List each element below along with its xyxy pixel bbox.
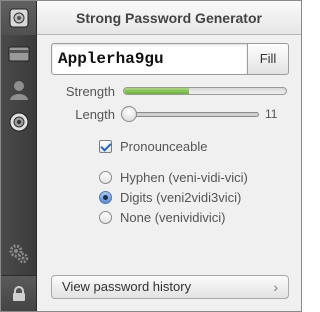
- generator-panel: Strong Password Generator Applerha9gu Fi…: [37, 1, 301, 311]
- none-radio[interactable]: [99, 210, 112, 224]
- sidebar-item-wallet[interactable]: [1, 37, 36, 71]
- vault-dial-icon: [9, 112, 28, 132]
- lock-icon: [12, 285, 25, 301]
- pronounceable-label: Pronounceable: [120, 138, 208, 154]
- fill-button[interactable]: Fill: [247, 43, 289, 75]
- sidebar-item-settings[interactable]: [1, 237, 36, 271]
- length-value: 11: [265, 107, 278, 121]
- chevron-right-icon: ›: [273, 279, 278, 295]
- pronounceable-checkbox[interactable]: [99, 139, 112, 153]
- view-history-button[interactable]: View password history ›: [51, 275, 289, 299]
- length-label: Length: [75, 107, 115, 122]
- gears-icon: [9, 244, 28, 264]
- safe-icon: [9, 8, 28, 28]
- hyphen-label: Hyphen (veni-vidi-vici): [120, 169, 248, 185]
- separator-option-none[interactable]: None (venividivici): [99, 209, 225, 225]
- separator-option-hyphen[interactable]: Hyphen (veni-vidi-vici): [99, 169, 248, 185]
- view-history-label: View password history: [62, 279, 192, 294]
- window-title: Strong Password Generator: [37, 1, 301, 35]
- none-label: None (venividivici): [120, 209, 226, 225]
- card-icon: [8, 46, 29, 62]
- person-icon: [9, 81, 28, 100]
- sidebar-item-generator[interactable]: [1, 105, 36, 139]
- password-field[interactable]: Applerha9gu: [51, 43, 248, 75]
- length-slider-knob[interactable]: [121, 106, 137, 122]
- strength-meter: [123, 87, 287, 95]
- sidebar: [1, 1, 37, 311]
- strength-meter-fill: [124, 88, 189, 94]
- digits-radio[interactable]: [99, 190, 112, 204]
- hyphen-radio[interactable]: [99, 170, 112, 184]
- password-row: Applerha9gu Fill: [51, 43, 289, 75]
- sidebar-item-logins[interactable]: [1, 1, 36, 35]
- sidebar-item-identities[interactable]: [1, 73, 36, 107]
- digits-label: Digits (veni2vidi3vici): [120, 189, 242, 205]
- sidebar-lock-button[interactable]: [1, 275, 36, 311]
- app-window: Strong Password Generator Applerha9gu Fi…: [0, 0, 302, 312]
- separator-option-digits[interactable]: Digits (veni2vidi3vici): [99, 189, 241, 205]
- strength-label: Strength: [65, 84, 115, 99]
- length-slider-track[interactable]: [123, 112, 259, 117]
- pronounceable-option[interactable]: Pronounceable: [99, 138, 207, 154]
